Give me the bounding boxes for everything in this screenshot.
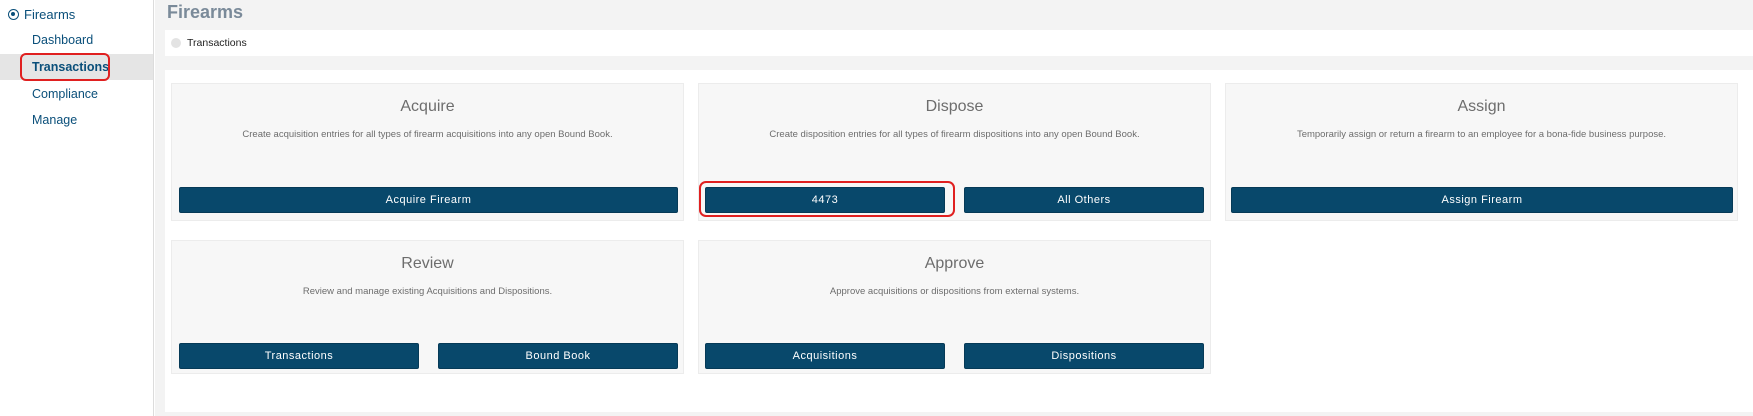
acquire-firearm-button[interactable]: Acquire Firearm bbox=[179, 187, 678, 213]
assign-firearm-button[interactable]: Assign Firearm bbox=[1231, 187, 1733, 213]
card-acquire: Acquire Create acquisition entries for a… bbox=[171, 83, 684, 221]
content-panel: Acquire Create acquisition entries for a… bbox=[165, 70, 1753, 412]
card-approve: Approve Approve acquisitions or disposit… bbox=[698, 240, 1211, 374]
card-title: Assign bbox=[1457, 98, 1506, 115]
breadcrumb-current: Transactions bbox=[187, 37, 247, 49]
all-others-button[interactable]: All Others bbox=[964, 187, 1204, 213]
sidebar-item-label: Manage bbox=[32, 113, 78, 127]
sidebar-item-manage[interactable]: Manage bbox=[0, 107, 153, 133]
sidebar-item-label: Dashboard bbox=[32, 33, 94, 47]
transactions-button[interactable]: Transactions bbox=[179, 343, 419, 369]
breadcrumb-home-icon[interactable] bbox=[171, 38, 181, 48]
sidebar-item-compliance[interactable]: Compliance bbox=[0, 81, 153, 107]
card-description: Temporarily assign or return a firearm t… bbox=[1296, 129, 1667, 140]
firearms-circle-icon bbox=[8, 8, 19, 20]
card-description: Create disposition entries for all types… bbox=[769, 129, 1140, 140]
sidebar-item-dashboard[interactable]: Dashboard bbox=[0, 27, 153, 53]
card-description: Review and manage existing Acquisitions … bbox=[302, 286, 553, 297]
card-assign: Assign Temporarily assign or return a fi… bbox=[1225, 83, 1738, 221]
page-title: Firearms bbox=[167, 2, 244, 22]
sidebar-item-label: Compliance bbox=[32, 87, 99, 101]
sidebar-item-transactions[interactable]: Transactions bbox=[0, 53, 153, 81]
card-description: Create acquisition entries for all types… bbox=[242, 129, 613, 140]
card-description: Approve acquisitions or dispositions fro… bbox=[829, 286, 1080, 297]
sidebar-header-firearms[interactable]: Firearms bbox=[8, 5, 75, 23]
breadcrumb: Transactions bbox=[165, 30, 1753, 56]
bound-book-button[interactable]: Bound Book bbox=[438, 343, 678, 369]
acquisitions-button[interactable]: Acquisitions bbox=[705, 343, 945, 369]
card-title: Dispose bbox=[925, 98, 984, 115]
card-dispose: Dispose Create disposition entries for a… bbox=[698, 83, 1211, 221]
card-title: Approve bbox=[924, 255, 985, 272]
highlight-box bbox=[20, 53, 110, 81]
main-area: Firearms Transactions Acquire Create acq… bbox=[155, 0, 1753, 416]
card-title: Acquire bbox=[400, 98, 455, 115]
card-title: Review bbox=[401, 255, 454, 272]
card-review: Review Review and manage existing Acquis… bbox=[171, 240, 684, 374]
dispositions-button[interactable]: Dispositions bbox=[964, 343, 1204, 369]
sidebar-header-label: Firearms bbox=[24, 6, 76, 22]
sidebar: Firearms Dashboard Transactions Complian… bbox=[0, 0, 154, 416]
form-4473-button[interactable]: 4473 bbox=[705, 187, 945, 213]
